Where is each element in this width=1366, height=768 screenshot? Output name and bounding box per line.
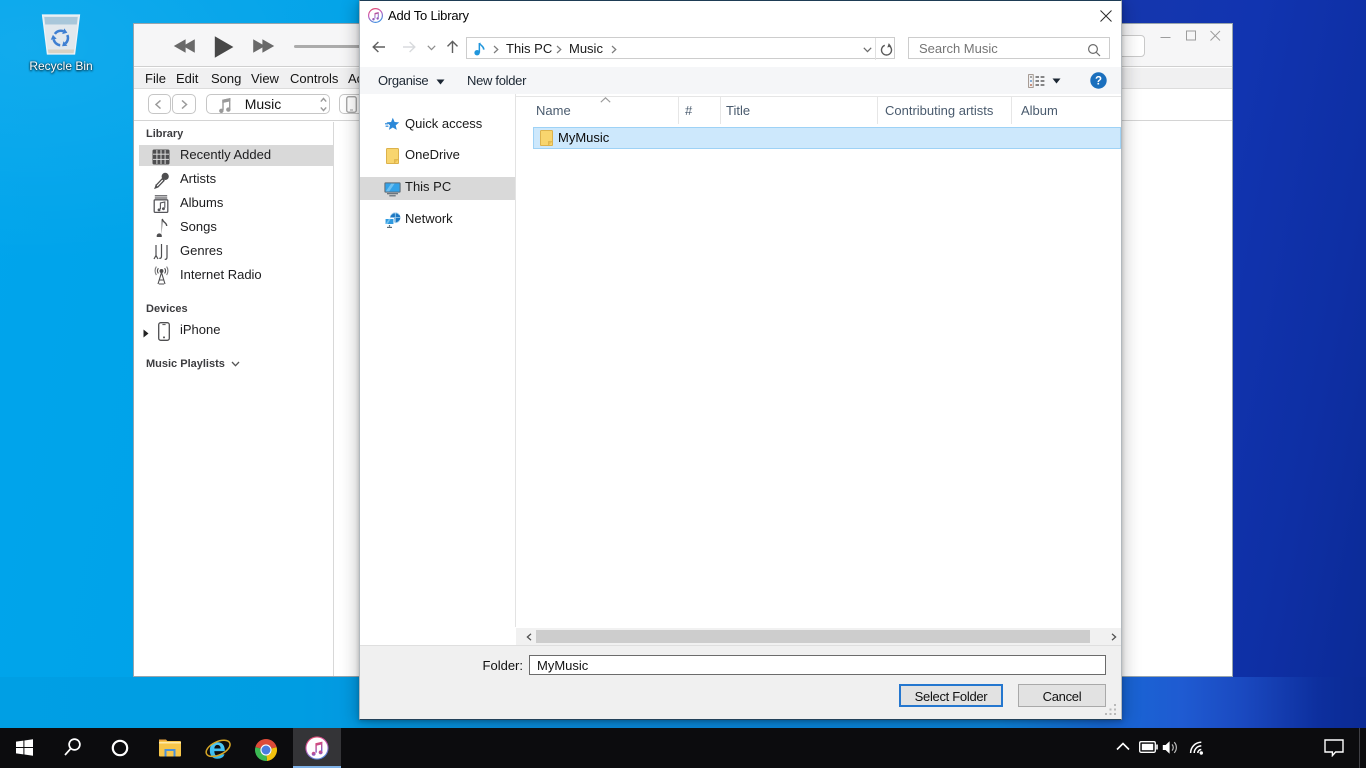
svg-text:?: ?: [1095, 76, 1102, 88]
